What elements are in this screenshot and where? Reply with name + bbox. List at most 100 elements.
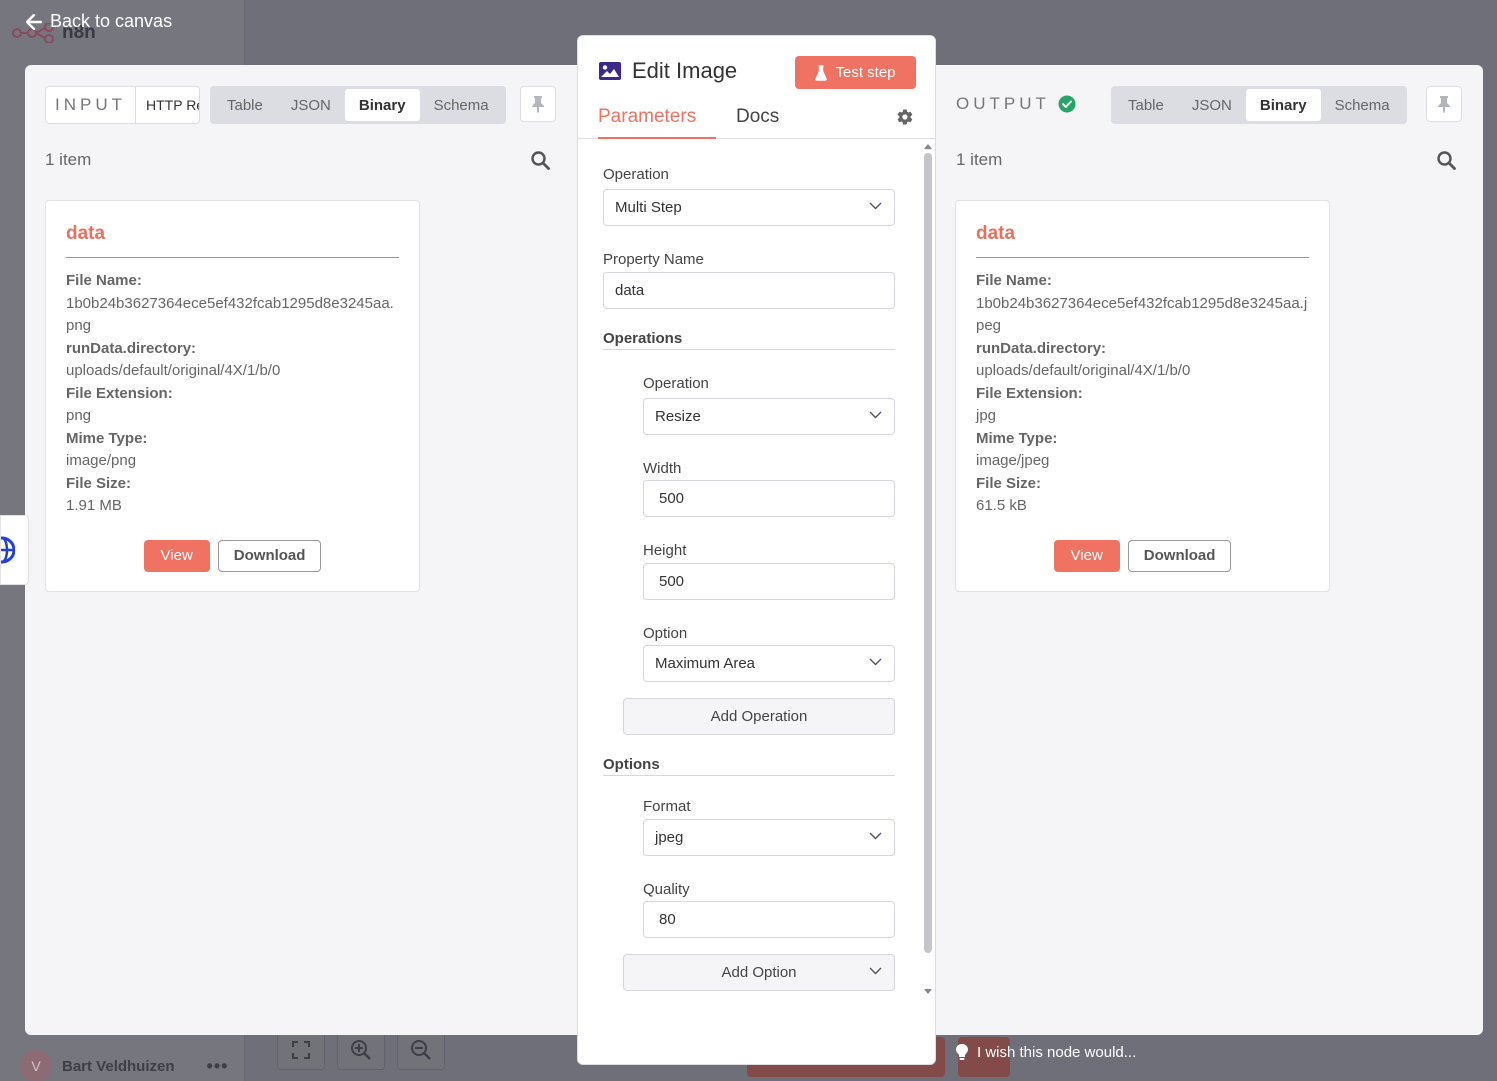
input-view-button[interactable]: View <box>143 539 210 572</box>
field-value: image/png <box>66 452 137 469</box>
success-check-icon <box>1058 95 1076 113</box>
tab-parameters[interactable]: Parameters <box>598 106 716 139</box>
chevron-down-icon <box>869 967 882 975</box>
back-to-canvas-link[interactable]: Back to canvas <box>26 11 172 32</box>
input-card-actions: View Download <box>66 539 399 572</box>
field-label: File Size: <box>976 474 1042 492</box>
output-card-fields: File Name: 1b0b24b3627364ece5ef432fcab12… <box>976 270 1309 518</box>
image-icon <box>599 62 621 80</box>
height-input[interactable]: 500 <box>643 563 895 600</box>
operations-section-header: Operations <box>603 330 895 350</box>
output-download-button[interactable]: Download <box>1127 539 1232 572</box>
test-step-label: Test step <box>835 64 896 81</box>
input-tab-binary[interactable]: Binary <box>344 89 420 121</box>
output-tab-binary[interactable]: Binary <box>1245 89 1321 121</box>
field-value: 1b0b24b3627364ece5ef432fcab1295d8e3245aa… <box>66 294 394 335</box>
input-tab-json[interactable]: JSON <box>277 89 345 121</box>
add-option-label: Add Option <box>721 964 797 981</box>
format-select-value: jpeg <box>655 829 684 846</box>
output-search-icon[interactable] <box>1437 151 1456 175</box>
scroll-up-arrow[interactable] <box>924 144 932 149</box>
chevron-down-icon <box>869 202 882 210</box>
more-dots-icon[interactable]: ••• <box>207 1056 229 1077</box>
scroll-down-arrow[interactable] <box>924 989 932 994</box>
chevron-down-icon <box>869 411 882 419</box>
input-download-button[interactable]: Download <box>217 539 322 572</box>
feedback-prompt[interactable]: I wish this node would... <box>955 1043 1136 1061</box>
feedback-text: I wish this node would... <box>977 1043 1137 1061</box>
tab-docs[interactable]: Docs <box>736 106 779 139</box>
chevron-down-icon <box>869 832 882 840</box>
output-tab-table[interactable]: Table <box>1114 89 1178 121</box>
field-label: Mime Type: <box>66 429 148 447</box>
width-input[interactable]: 500 <box>643 480 895 517</box>
input-card-title: data <box>66 223 399 258</box>
output-display-mode-tabs: Table JSON Binary Schema <box>1111 86 1407 124</box>
output-label-group: OUTPUT <box>956 94 1076 114</box>
quality-input[interactable]: 80 <box>643 901 895 938</box>
scrollbar-thumb[interactable] <box>924 153 932 953</box>
format-label: Format <box>643 798 691 815</box>
property-name-label: Property Name <box>603 251 704 268</box>
field-label: runData.directory: <box>976 339 1107 357</box>
output-card-actions: View Download <box>976 539 1309 572</box>
quality-label: Quality <box>643 881 690 898</box>
field-value: uploads/default/original/4X/1/b/0 <box>976 362 1191 379</box>
input-binary-card: data File Name: 1b0b24b3627364ece5ef432f… <box>45 200 420 592</box>
test-step-button[interactable]: Test step <box>795 56 916 89</box>
zoom-out-button[interactable] <box>397 1030 445 1070</box>
fullscreen-icon <box>292 1041 310 1059</box>
node-title[interactable]: Edit Image <box>632 58 737 84</box>
option-select[interactable]: Maximum Area <box>643 645 895 682</box>
output-view-button[interactable]: View <box>1053 539 1120 572</box>
input-tab-schema[interactable]: Schema <box>420 89 503 121</box>
add-option-button[interactable]: Add Option <box>623 954 895 991</box>
output-label: OUTPUT <box>956 94 1050 113</box>
editor-scrollbar[interactable] <box>922 141 933 1001</box>
add-operation-button[interactable]: Add Operation <box>623 698 895 735</box>
pin-icon <box>1438 96 1450 113</box>
output-pin-button[interactable] <box>1426 86 1462 122</box>
editor-tabs: Parameters Docs <box>578 101 935 139</box>
arrow-left-icon <box>26 13 42 30</box>
width-label: Width <box>643 460 682 477</box>
field-label: File Extension: <box>976 384 1083 402</box>
zoom-in-icon <box>351 1040 371 1060</box>
output-tab-json[interactable]: JSON <box>1178 89 1246 121</box>
input-card-fields: File Name: 1b0b24b3627364ece5ef432fcab12… <box>66 270 399 518</box>
input-pin-button[interactable] <box>520 86 556 122</box>
user-name: Bart Veldhuizen <box>62 1057 175 1075</box>
field-label: File Name: <box>976 272 1052 289</box>
operation-label: Operation <box>603 166 669 183</box>
field-value: 1b0b24b3627364ece5ef432fcab1295d8e3245aa… <box>976 294 1308 335</box>
input-node-select[interactable]: HTTP Request <box>136 86 200 124</box>
field-label: File Extension: <box>66 384 173 402</box>
fit-view-button[interactable] <box>277 1030 325 1070</box>
user-menu[interactable]: V Bart Veldhuizen ••• <box>20 1050 228 1081</box>
chevron-down-icon <box>869 658 882 666</box>
operation-select[interactable]: Multi Step <box>603 189 895 226</box>
option-label: Option <box>643 625 688 642</box>
node-editor-panel: Edit Image Test step Parameters Docs Ope… <box>577 35 936 1065</box>
sub-operation-select[interactable]: Resize <box>643 398 895 435</box>
field-value: uploads/default/original/4X/1/b/0 <box>66 362 281 379</box>
field-label: File Name: <box>66 272 142 289</box>
back-to-canvas-label: Back to canvas <box>50 11 173 31</box>
zoom-in-button[interactable] <box>337 1030 385 1070</box>
http-node-tab[interactable] <box>0 515 29 585</box>
input-tab-table[interactable]: Table <box>213 89 277 121</box>
globe-icon <box>1 536 15 564</box>
lightbulb-icon <box>956 1044 968 1060</box>
format-select[interactable]: jpeg <box>643 819 895 856</box>
settings-gear-icon[interactable] <box>896 108 914 131</box>
output-tab-schema[interactable]: Schema <box>1321 89 1404 121</box>
parameters-form: Operation Multi Step Property Name data … <box>578 141 923 1031</box>
avatar: V <box>20 1050 52 1081</box>
output-panel-header: Table JSON Binary Schema <box>1101 86 1407 124</box>
input-search-icon[interactable] <box>531 151 550 175</box>
output-card-title: data <box>976 223 1309 258</box>
input-items-count: 1 item <box>45 150 92 169</box>
property-name-input[interactable]: data <box>603 272 895 309</box>
editor-header: Edit Image <box>598 58 737 84</box>
height-label: Height <box>643 542 687 559</box>
